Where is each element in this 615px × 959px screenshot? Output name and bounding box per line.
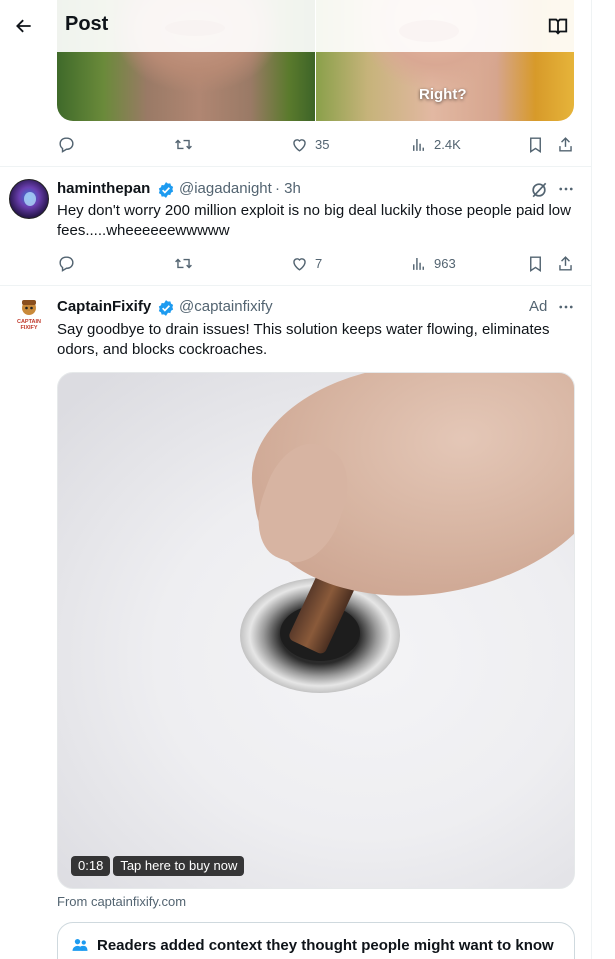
like-count: 35 [315,136,330,152]
community-note-title: Readers added context they thought peopl… [97,937,554,954]
views-icon [413,138,424,151]
reply-text: Hey don't worry 200 million exploit is n… [57,202,571,239]
more-icon [559,187,573,191]
share-button[interactable] [556,134,575,154]
video-duration: 0:18 [71,856,111,876]
ad-handle[interactable]: @captainfixify [179,298,273,315]
like-count: 7 [315,255,323,271]
bookmark-button[interactable] [526,253,545,273]
post-page: Right? 35 2.4K haminthepan @iagadanight [0,0,592,959]
ad-video[interactable]: 0:18 Tap here to buy now [57,372,575,889]
more-button[interactable] [556,179,576,199]
verified-icon [158,182,174,198]
people-icon [72,939,88,951]
views-icon [413,257,424,270]
bookmark-button[interactable] [526,134,545,154]
reply-button[interactable] [57,134,76,154]
buy-now-cta[interactable]: Tap here to buy now [113,856,245,876]
like-button[interactable]: 35 [290,134,329,154]
avatar[interactable] [9,179,49,219]
ad-display-name[interactable]: CaptainFixify [57,298,151,315]
bookmark-icon [530,136,541,153]
community-note[interactable]: Readers added context they thought peopl… [57,922,575,959]
video-badges: 0:18 Tap here to buy now [71,856,245,876]
divider [0,166,591,167]
reader-mode-button[interactable] [544,12,572,40]
back-arrow-icon [16,19,31,33]
back-button[interactable] [6,8,42,44]
like-icon [293,138,306,152]
divider [0,285,591,286]
more-button[interactable] [556,297,576,317]
reply-time[interactable]: · 3h [275,180,301,197]
retweet-button[interactable] [174,134,193,154]
ad-text: Say goodbye to drain issues! This soluti… [57,321,550,358]
reply-icon [59,136,74,153]
reply-handle[interactable]: @iagadanight [179,180,272,197]
share-icon [559,136,572,152]
retweet-icon [175,139,192,149]
retweet-button[interactable] [174,253,193,273]
bookmark-icon [530,255,541,272]
share-button[interactable] [556,253,575,273]
captain-logo-icon: CAPTAIN FIXIFY [15,300,43,331]
reply-display-name[interactable]: haminthepan [57,180,150,197]
scrollbar[interactable] [592,0,615,959]
like-icon [293,257,306,271]
reply-icon [59,255,74,272]
reply-actions: 7 963 [57,253,577,273]
reader-mode-icon [548,18,568,35]
ad-source-link[interactable]: From captainfixify.com [57,894,186,909]
like-button[interactable]: 7 [290,253,322,273]
share-icon [559,255,572,271]
view-count: 963 [434,255,456,271]
views-button[interactable]: 963 [409,253,456,273]
grok-icon[interactable] [529,180,549,200]
views-button[interactable]: 2.4K [409,134,461,154]
avatar[interactable]: CAPTAIN FIXIFY [9,296,49,336]
page-title: Post [65,13,109,35]
top-header: Post [0,0,591,52]
view-count: 2.4K [434,136,461,152]
more-icon [559,305,573,309]
svg-text:FIXIFY: FIXIFY [20,325,37,331]
ad-label: Ad [529,298,548,315]
retweet-icon [175,258,192,268]
reply-button[interactable] [57,253,76,273]
verified-icon [158,300,174,316]
media-caption: Right? [419,86,467,103]
top-post-actions: 35 2.4K [57,134,577,154]
